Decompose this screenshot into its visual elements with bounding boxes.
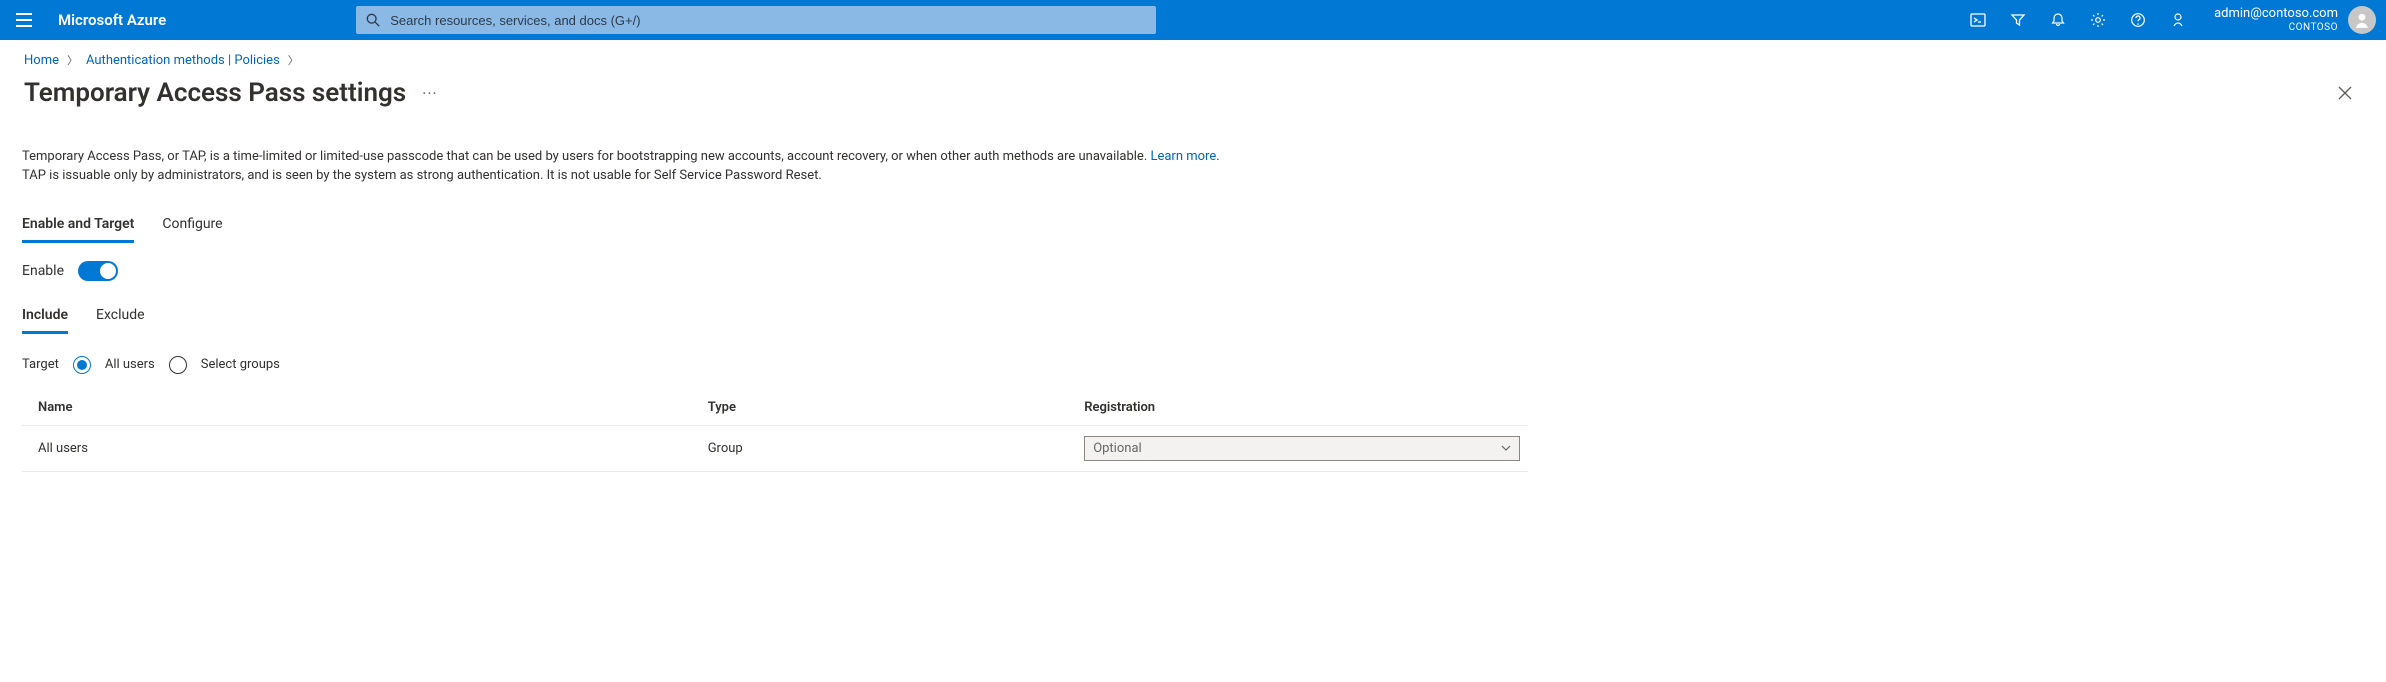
filter-icon (2010, 12, 2026, 28)
target-label: Target (22, 357, 59, 372)
breadcrumb-home[interactable]: Home (24, 53, 59, 68)
learn-more-link[interactable]: Learn more (1150, 149, 1216, 164)
main-tabs: Enable and Target Configure (22, 214, 1528, 243)
breadcrumb: Home 〉 Authentication methods | Policies… (0, 40, 2386, 68)
enable-label: Enable (22, 263, 64, 279)
account-menu[interactable]: admin@contoso.com CONTOSO (2198, 6, 2386, 34)
description: Temporary Access Pass, or TAP, is a time… (22, 148, 1528, 186)
feedback-button[interactable] (2158, 0, 2198, 40)
column-header-name[interactable]: Name (22, 390, 700, 426)
description-line2: TAP is issuable only by administrators, … (22, 168, 822, 183)
page-title: Temporary Access Pass settings (24, 78, 406, 108)
tab-configure[interactable]: Configure (162, 214, 222, 243)
close-icon (2338, 86, 2352, 100)
account-tenant: CONTOSO (2214, 22, 2338, 34)
feedback-icon (2170, 12, 2186, 28)
target-row: Target All users Select groups (22, 356, 1528, 374)
notifications-button[interactable] (2038, 0, 2078, 40)
enable-row: Enable (22, 261, 1528, 281)
search-icon (366, 13, 380, 27)
content-area: Temporary Access Pass, or TAP, is a time… (0, 108, 1550, 472)
hamburger-menu-button[interactable] (0, 0, 48, 40)
bell-icon (2050, 12, 2066, 28)
search-input[interactable] (390, 13, 1146, 28)
chevron-down-icon (1501, 445, 1511, 451)
registration-select[interactable]: Optional (1084, 436, 1520, 461)
brand-label[interactable]: Microsoft Azure (48, 11, 186, 29)
table-header-row: Name Type Registration (22, 390, 1528, 426)
gear-icon (2090, 12, 2106, 28)
hamburger-icon (16, 13, 32, 27)
subtab-include[interactable]: Include (22, 305, 68, 334)
help-icon (2130, 12, 2146, 28)
avatar (2348, 6, 2376, 34)
description-line1: Temporary Access Pass, or TAP, is a time… (22, 149, 1150, 164)
chevron-right-icon: 〉 (288, 52, 299, 68)
cell-name: All users (22, 425, 700, 471)
subtab-exclude[interactable]: Exclude (96, 305, 145, 334)
directories-button[interactable] (1998, 0, 2038, 40)
title-row: Temporary Access Pass settings ··· (0, 68, 2386, 108)
global-search[interactable] (356, 6, 1156, 34)
person-icon (2353, 11, 2371, 29)
chevron-right-icon: 〉 (67, 52, 78, 68)
more-actions-button[interactable]: ··· (422, 84, 438, 103)
account-text: admin@contoso.com CONTOSO (2214, 7, 2338, 33)
column-header-type[interactable]: Type (700, 390, 1077, 426)
account-email: admin@contoso.com (2214, 7, 2338, 22)
tab-enable-and-target[interactable]: Enable and Target (22, 214, 134, 243)
radio-select-groups[interactable] (169, 356, 187, 374)
registration-select-value: Optional (1093, 441, 1141, 456)
radio-all-users[interactable] (73, 356, 91, 374)
breadcrumb-auth-methods[interactable]: Authentication methods | Policies (86, 53, 280, 68)
cell-registration: Optional (1076, 425, 1528, 471)
header-utility-icons (1958, 0, 2198, 40)
targets-table: Name Type Registration All users Group O… (22, 390, 1528, 472)
cloud-shell-button[interactable] (1958, 0, 1998, 40)
column-header-registration[interactable]: Registration (1076, 390, 1528, 426)
include-exclude-tabs: Include Exclude (22, 305, 1528, 334)
radio-all-users-label[interactable]: All users (105, 357, 155, 372)
radio-select-groups-label[interactable]: Select groups (201, 357, 280, 372)
help-button[interactable] (2118, 0, 2158, 40)
cloud-shell-icon (1970, 12, 1986, 28)
table-row[interactable]: All users Group Optional (22, 425, 1528, 471)
close-blade-button[interactable] (2328, 80, 2362, 106)
toggle-knob (100, 263, 116, 279)
settings-button[interactable] (2078, 0, 2118, 40)
enable-toggle[interactable] (78, 261, 118, 281)
global-header: Microsoft Azure admin@contoso.com CONTOS… (0, 0, 2386, 40)
cell-type: Group (700, 425, 1077, 471)
